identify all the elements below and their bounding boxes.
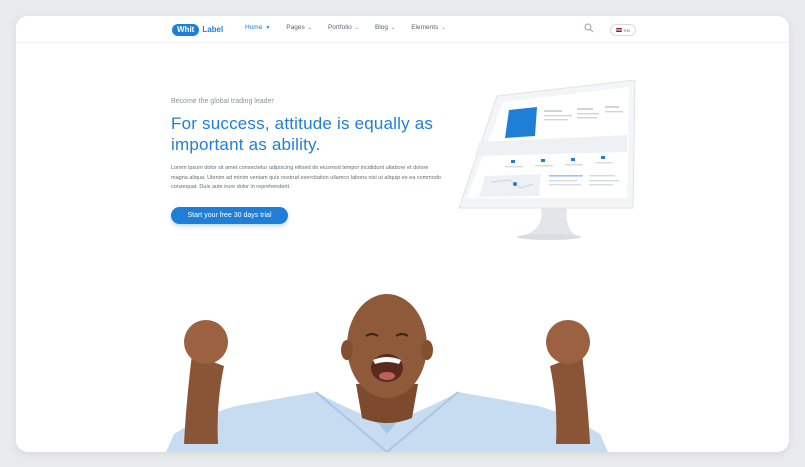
logo-text: Label [202,25,224,34]
cheering-man-photo [166,294,608,452]
hero-title: For success, attitude is equally as impo… [171,114,434,154]
us-flag-icon [616,28,623,32]
chevron-down-icon: ⌄ [391,24,396,31]
nav-item-label: Elements [411,24,439,31]
hero-body-text: Lorem ipsum dolor sit amet consectetur a… [171,165,441,190]
language-code: EN [624,27,630,33]
chevron-down-icon: ⌄ [307,24,312,31]
logo-pill: Whit [172,23,200,36]
brand-logo[interactable]: Whit Label [172,23,223,36]
hero-eyebrow: Become the global trading leader [171,98,274,105]
nav-item-home[interactable]: Home ▼ [245,24,270,31]
nav-item-elements[interactable]: Elements ⌄ [411,24,445,31]
nav-item-label: Portfolio [327,24,352,31]
browser-frame: Whit Label Home ▼ Pages ⌄ Portfolio ⌄ Bl… [16,16,789,452]
nav-item-blog[interactable]: Blog ⌄ [375,24,395,31]
monitor-illustration [458,80,636,240]
nav-item-label: Home [245,24,263,31]
language-selector[interactable]: EN [610,24,636,36]
main-nav: Home ▼ Pages ⌄ Portfolio ⌄ Blog ⌄ Elemen… [245,24,462,31]
nav-item-label: Pages [286,24,305,31]
chevron-down-icon: ⌄ [441,24,446,31]
chevron-down-icon: ▼ [265,24,271,31]
free-trial-button[interactable]: Start your free 30 days trial [171,207,288,224]
nav-item-pages[interactable]: Pages ⌄ [286,24,312,31]
search-icon[interactable] [584,23,594,33]
nav-item-label: Blog [375,24,389,31]
top-navigation-bar: Whit Label Home ▼ Pages ⌄ Portfolio ⌄ Bl… [16,16,789,43]
chevron-down-icon: ⌄ [354,24,359,31]
nav-item-portfolio[interactable]: Portfolio ⌄ [328,24,359,31]
